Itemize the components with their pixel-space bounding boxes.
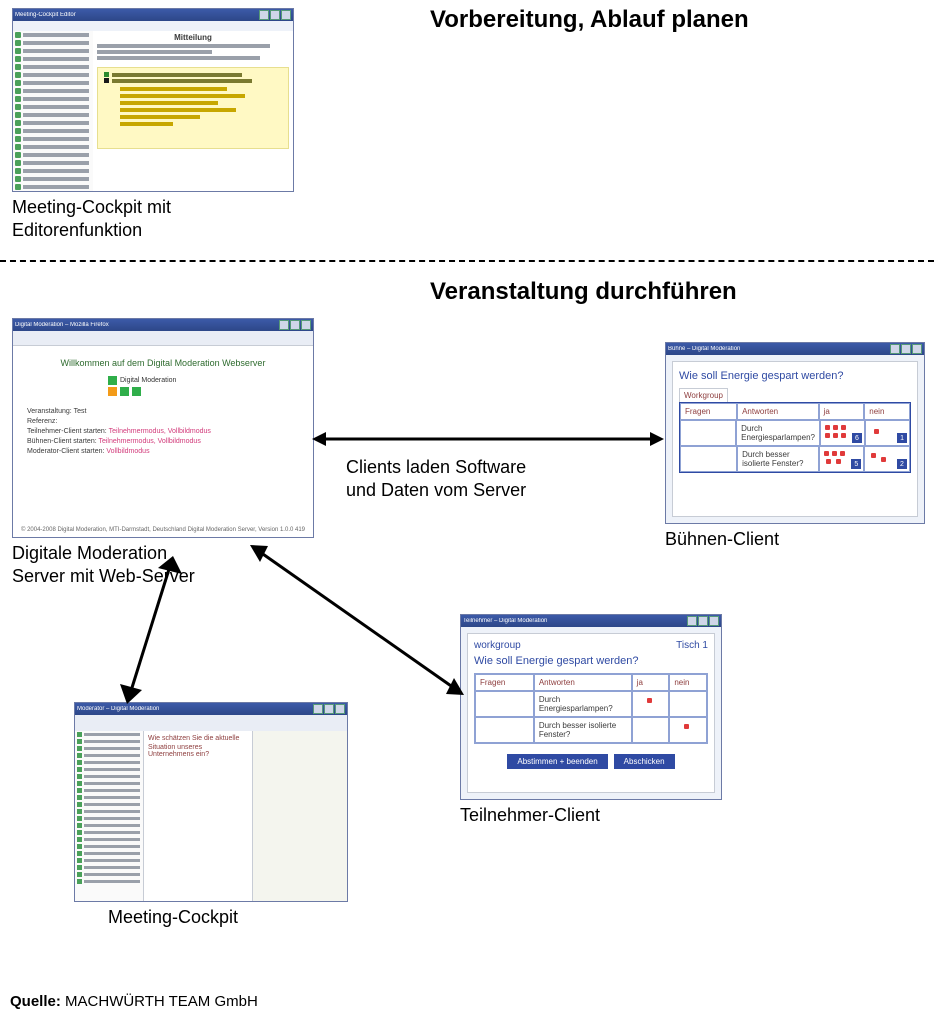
count-badge: 2 — [897, 459, 907, 469]
titlebar: Digital Moderation – Mozilla Firefox — [13, 319, 313, 331]
window-title: Moderator – Digital Moderation — [77, 706, 159, 712]
window-title: Teilnehmer – Digital Moderation — [463, 618, 547, 624]
logo-square-icon — [108, 376, 117, 385]
count-badge: 6 — [852, 433, 862, 443]
vote-ja[interactable] — [632, 691, 670, 717]
panel-web-server: Digital Moderation – Mozilla Firefox Wil… — [12, 318, 314, 538]
panel4-caption: Teilnehmer-Client — [460, 804, 600, 827]
arrow-server-participant — [248, 540, 466, 700]
titlebar: Meeting-Cockpit Editor — [13, 9, 293, 21]
answer-cell: Durch besser isolierte Fenster? — [737, 446, 818, 472]
ja-cell: 5 — [819, 446, 865, 472]
editor-main: Mitteilung — [93, 31, 293, 191]
toolbar — [75, 715, 347, 732]
close-icon[interactable] — [335, 704, 345, 714]
close-icon[interactable] — [709, 616, 719, 626]
close-icon[interactable] — [301, 320, 311, 330]
btn-submit-and-close[interactable]: Abstimmen + beenden — [507, 754, 607, 769]
btn-submit[interactable]: Abschicken — [614, 754, 675, 769]
maximize-icon[interactable] — [324, 704, 334, 714]
question: Wie soll Energie gespart werden? — [474, 655, 708, 667]
server-info: Veranstaltung: Test Referenz: Teilnehmer… — [27, 408, 299, 455]
panel-meeting-cockpit: Moderator – Digital Moderation Wie schät… — [74, 702, 348, 902]
table-label: Tisch 1 — [676, 640, 708, 651]
panel3-caption: Bühnen-Client — [665, 528, 779, 551]
sticky-note — [97, 67, 289, 149]
footer-right: Digital Moderation Server, Version 1.0.0… — [188, 527, 305, 533]
maximize-icon[interactable] — [698, 616, 708, 626]
panel-stage-client: Bühne – Digital Moderation Wie soll Ener… — [665, 342, 925, 524]
diagram-page: Vorbereitung, Ablauf planen Meeting-Cock… — [0, 0, 934, 1024]
window-title: Digital Moderation – Mozilla Firefox — [15, 322, 109, 328]
titlebar: Moderator – Digital Moderation — [75, 703, 347, 715]
vote-table: Fragen Antworten ja nein Durch Energiesp… — [474, 673, 708, 744]
arrow-server-stage — [312, 424, 664, 454]
vote-nein[interactable] — [669, 691, 707, 717]
nein-cell: 1 — [865, 420, 910, 446]
panel-meeting-cockpit-editor: Meeting-Cockpit Editor /*rows generated … — [12, 8, 294, 192]
source-line: Quelle: MACHWÜRTH TEAM GmbH — [10, 993, 258, 1010]
link-start-participant[interactable]: Teilnehmermodus, Vollbildmodus — [109, 428, 211, 435]
logo-block: Digital Moderation — [108, 376, 218, 396]
vote-ja[interactable] — [632, 717, 670, 743]
link-start-moderator[interactable]: Vollbildmodus — [106, 448, 149, 455]
count-badge: 1 — [897, 433, 907, 443]
nein-cell: 2 — [864, 446, 910, 472]
maximize-icon[interactable] — [290, 320, 300, 330]
results-table: Fragen Antworten ja nein Durch Energiesp… — [679, 402, 911, 473]
col-ja: ja — [819, 403, 865, 420]
maximize-icon[interactable] — [901, 344, 911, 354]
minimize-icon[interactable] — [259, 10, 269, 20]
form-header: Mitteilung — [97, 33, 289, 42]
window-title: Meeting-Cockpit Editor — [15, 12, 76, 18]
close-icon[interactable] — [912, 344, 922, 354]
preview-pane: Wie schätzen Sie die aktuelle Situation … — [144, 731, 253, 901]
footer-left: © 2004-2008 Digital Moderation, MTI-Darm… — [21, 527, 186, 533]
answer-cell: Durch Energiesparlampen? — [534, 691, 632, 717]
agenda-sidebar — [75, 731, 144, 901]
answer-cell: Durch besser isolierte Fenster? — [534, 717, 632, 743]
col-fragen: Fragen — [680, 403, 737, 420]
ja-cell: 6 — [820, 420, 865, 446]
minimize-icon[interactable] — [313, 704, 323, 714]
panel5-caption: Meeting-Cockpit — [108, 906, 238, 929]
close-icon[interactable] — [281, 10, 291, 20]
minimize-icon[interactable] — [687, 616, 697, 626]
panel-participant-client: Teilnehmer – Digital Moderation workgrou… — [460, 614, 722, 800]
arrow-server-cockpit — [110, 556, 200, 704]
agenda-sidebar: /*rows generated below*/ — [13, 31, 94, 191]
link-start-stage[interactable]: Teilnehmermodus, Vollbildmodus — [98, 438, 200, 445]
titlebar: Teilnehmer – Digital Moderation — [461, 615, 721, 627]
window-title: Bühne – Digital Moderation — [668, 346, 740, 352]
answer-cell: Durch Energiesparlampen? — [736, 420, 820, 446]
count-badge: 5 — [851, 459, 861, 469]
section-divider — [0, 260, 934, 262]
logo-square-icon — [108, 387, 117, 396]
connector-label: Clients laden Software und Daten vom Ser… — [346, 456, 526, 503]
minimize-icon[interactable] — [279, 320, 289, 330]
section2-title: Veranstaltung durchführen — [430, 278, 737, 306]
panel1-caption: Meeting-Cockpit mit Editorenfunktion — [12, 196, 171, 241]
group-label: workgroup — [474, 640, 521, 651]
titlebar: Bühne – Digital Moderation — [666, 343, 924, 355]
stage-preview — [253, 731, 347, 901]
maximize-icon[interactable] — [270, 10, 280, 20]
section1-title: Vorbereitung, Ablauf planen — [430, 6, 749, 34]
page-heading: Willkommen auf dem Digital Moderation We… — [27, 358, 299, 368]
browser-toolbar — [13, 331, 313, 346]
tab-workgroup[interactable]: Workgroup — [679, 388, 728, 402]
vote-nein[interactable] — [669, 717, 707, 743]
question: Wie soll Energie gespart werden? — [679, 370, 911, 382]
col-nein: nein — [864, 403, 910, 420]
minimize-icon[interactable] — [890, 344, 900, 354]
window-controls — [259, 10, 291, 20]
col-antworten: Antworten — [737, 403, 818, 420]
